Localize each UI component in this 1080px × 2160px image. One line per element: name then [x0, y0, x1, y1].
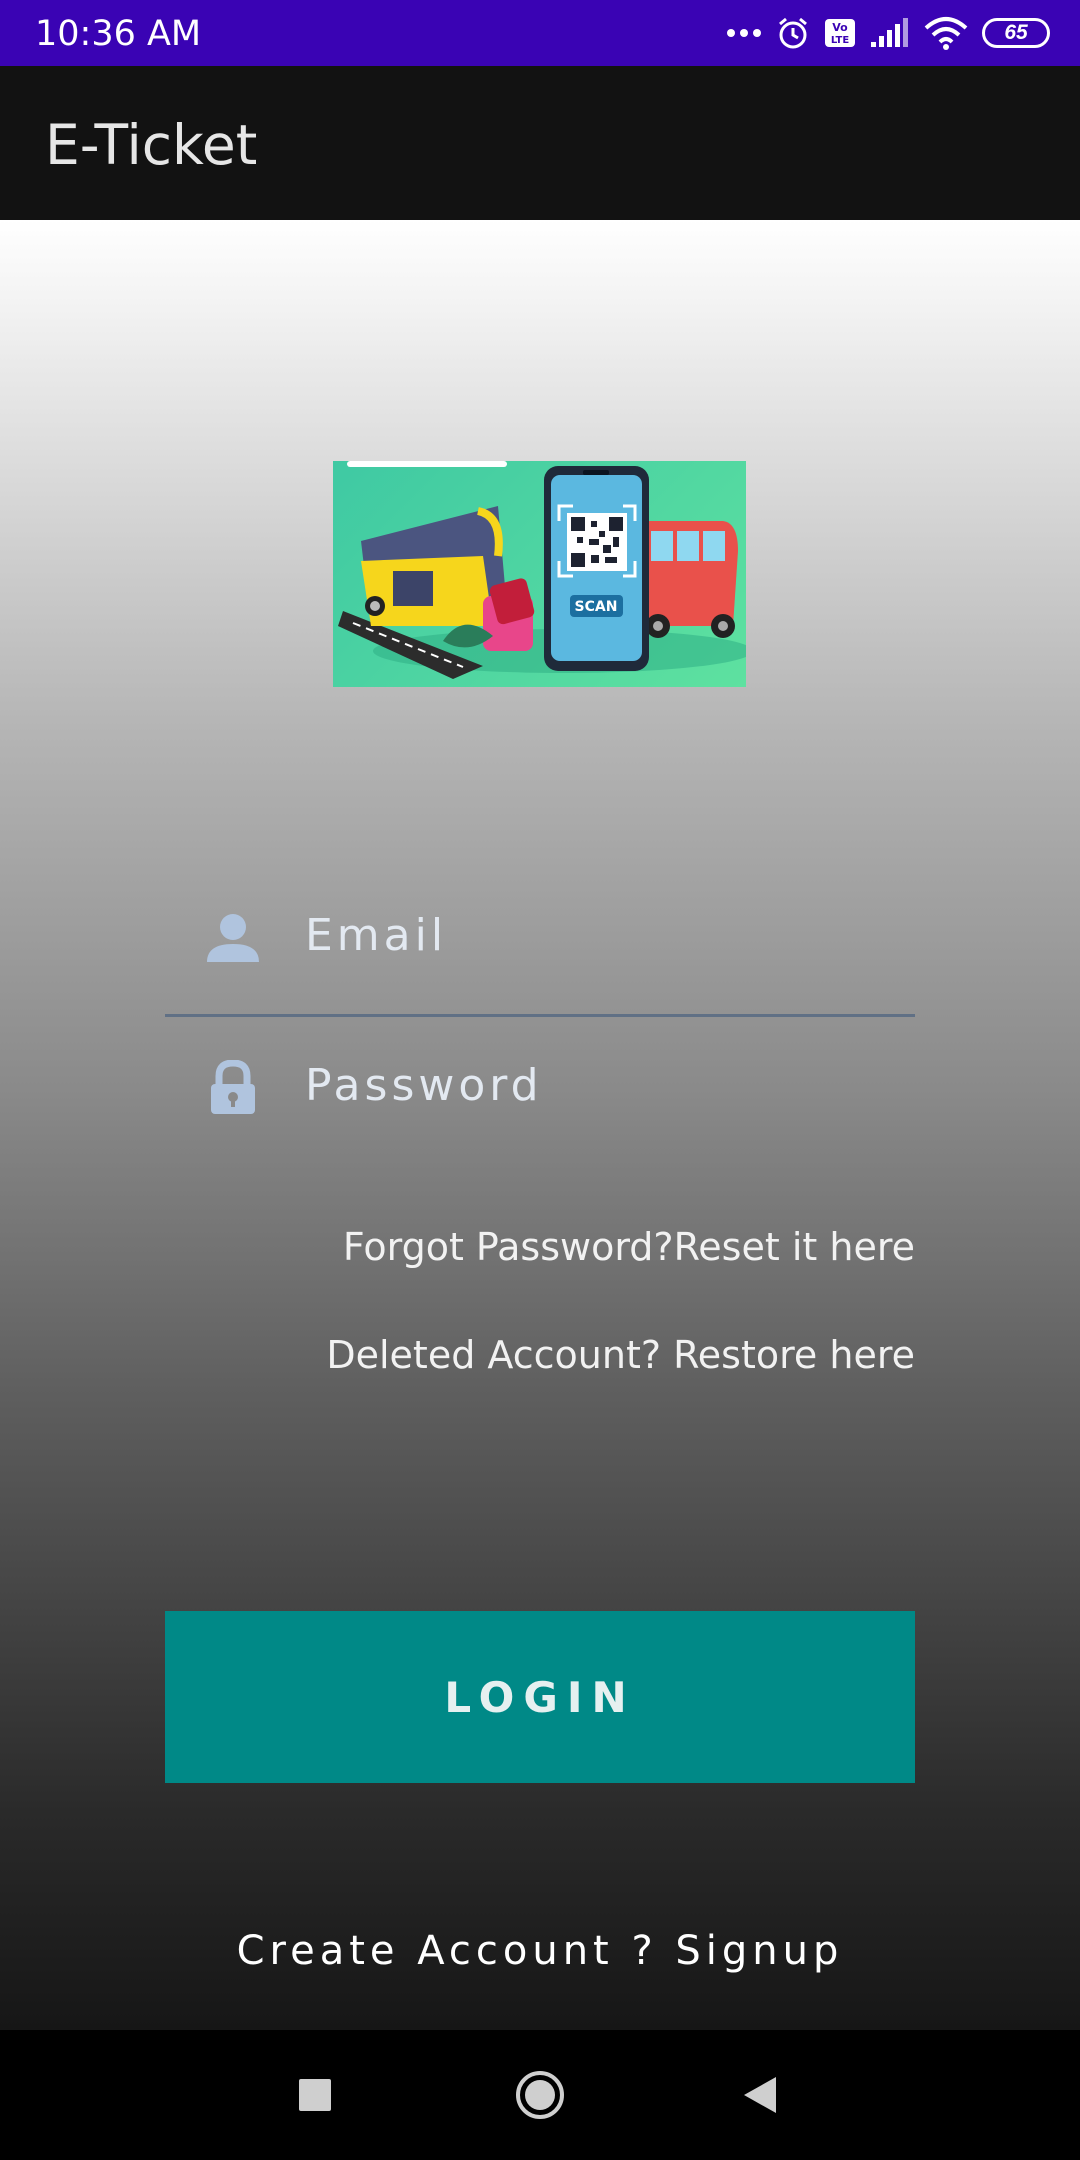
- back-triangle-icon: [744, 2077, 776, 2113]
- status-bar: 10:36 AM Vo LTE 65: [0, 0, 1080, 66]
- back-button[interactable]: [730, 2065, 790, 2125]
- recents-button[interactable]: [285, 2065, 345, 2125]
- email-field-container: [165, 880, 915, 990]
- volte-icon: Vo LTE: [825, 19, 855, 47]
- battery-icon: 65: [982, 18, 1050, 48]
- alarm-icon: [779, 17, 807, 49]
- home-button[interactable]: [510, 2065, 570, 2125]
- login-button[interactable]: LOGIN: [165, 1611, 915, 1783]
- email-input[interactable]: [305, 902, 885, 968]
- signup-link[interactable]: Create Account ? Signup: [0, 1928, 1080, 1974]
- signal-icon: [871, 18, 908, 47]
- recents-square-icon: [299, 2079, 331, 2111]
- bus-ticket-illustration: SCAN: [338, 461, 746, 679]
- email-underline: [165, 1014, 915, 1017]
- restore-account-link[interactable]: Deleted Account? Restore here: [326, 1333, 915, 1377]
- password-field-container: [165, 1030, 915, 1140]
- banner-image: SCAN: [333, 461, 746, 687]
- svg-text:LTE: LTE: [831, 35, 850, 46]
- status-icons: Vo LTE 65: [726, 12, 1050, 54]
- home-circle-icon: [516, 2071, 564, 2119]
- scan-label: SCAN: [575, 599, 618, 615]
- forgot-password-link[interactable]: Forgot Password?Reset it here: [343, 1225, 915, 1269]
- app-bar: E-Ticket: [0, 66, 1080, 220]
- more-dots-icon: [727, 29, 761, 37]
- lock-icon: [211, 1060, 255, 1114]
- status-time: 10:36 AM: [35, 14, 202, 54]
- svg-text:Vo: Vo: [832, 21, 848, 34]
- navigation-bar: [0, 2030, 1080, 2160]
- login-screen: SCAN Forgot Password?Reset it here Delet…: [0, 220, 1080, 2030]
- wifi-icon: [924, 17, 968, 50]
- app-title: E-Ticket: [45, 113, 258, 177]
- password-input[interactable]: [305, 1052, 885, 1118]
- person-icon: [207, 914, 259, 962]
